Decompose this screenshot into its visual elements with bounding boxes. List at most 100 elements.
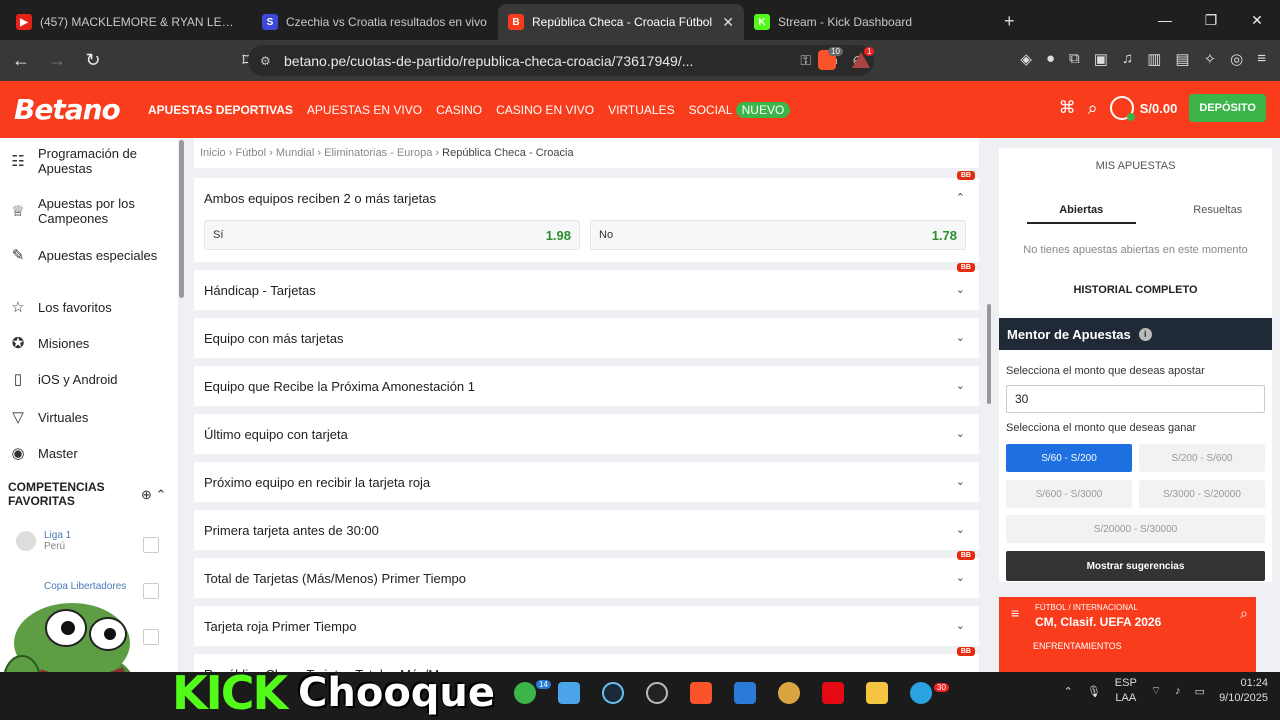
favorite-checkbox[interactable] (143, 537, 159, 553)
main-scrollbar[interactable] (987, 304, 991, 404)
chevron-down-icon[interactable]: ⌄ (956, 523, 965, 536)
market-card[interactable]: Ambos equipos reciben 2 o más tarjetas ⌃ B… (194, 171, 979, 262)
chevron-down-icon[interactable]: ⌄ (956, 331, 965, 344)
back-icon[interactable]: ← (6, 50, 36, 71)
chevron-down-icon[interactable]: ⌄ (956, 379, 965, 392)
music-icon[interactable]: ♫ (1122, 50, 1133, 68)
sidebar-item[interactable]: ▽ Virtuales (0, 408, 170, 426)
brave-icon[interactable] (690, 682, 712, 704)
market-card[interactable]: Total de Tarjetas (Más/Menos) Primer Tie… (194, 551, 979, 598)
site-info-icon[interactable]: ⚙ (260, 54, 271, 68)
stake-input[interactable]: 30 (1006, 385, 1265, 413)
favorite-checkbox[interactable] (143, 629, 159, 645)
range-option[interactable]: S/20000 - S/30000 (1006, 515, 1265, 543)
nav-virtual[interactable]: VIRTUALES (608, 103, 674, 117)
minimize-icon[interactable]: — (1142, 12, 1188, 28)
odds-button[interactable]: No 1.78 (590, 220, 966, 250)
browser-tab[interactable]: S Czechia vs Croatia resultados en vivo (252, 4, 498, 40)
wallet-icon[interactable]: ▤ (1175, 50, 1189, 68)
chevron-down-icon[interactable]: ⌄ (956, 619, 965, 632)
close-tab-icon[interactable]: ✕ (722, 14, 734, 31)
search-icon[interactable]: ⌕ (1240, 605, 1248, 622)
key-icon[interactable]: ⚿ (800, 52, 811, 69)
tab-open[interactable]: Abiertas (1027, 204, 1136, 224)
sidebar-item[interactable]: ☷ Programación de Apuestas (0, 146, 170, 176)
info-icon[interactable]: i (1138, 327, 1152, 341)
maximize-icon[interactable]: ❐ (1188, 12, 1234, 29)
search-icon[interactable]: ⌕ (1088, 98, 1098, 119)
menu-icon[interactable]: ≡ (1257, 50, 1266, 68)
market-card[interactable]: Tarjeta roja Primer Tiempo ⌄ (194, 606, 979, 646)
reload-icon[interactable]: ↻ (78, 50, 108, 71)
crumb[interactable]: Mundial (276, 147, 315, 159)
notepad-icon[interactable] (558, 682, 580, 704)
wifi-icon[interactable]: ⌔ (1151, 684, 1161, 698)
live-match-widget[interactable]: ≡ FÚTBOL / INTERNACIONAL CM, Clasif. UEF… (999, 597, 1256, 672)
favorite-checkbox[interactable] (143, 583, 159, 599)
nav-live-casino[interactable]: CASINO EN VIVO (496, 103, 594, 117)
add-expand-icon[interactable]: ⊕ ⌃ (141, 487, 166, 503)
puzzle-icon[interactable]: ⧉ (1069, 50, 1080, 68)
telegram-icon[interactable] (910, 682, 932, 704)
media-icon[interactable]: ▣ (1094, 50, 1108, 68)
market-card[interactable]: Próximo equipo en recibir la tarjeta roj… (194, 462, 979, 502)
mic-icon[interactable]: 🎙 (1087, 685, 1101, 698)
vpn-icon[interactable]: ◎ (1230, 50, 1243, 68)
crumb[interactable]: Eliminatorias - Europa (324, 147, 432, 159)
history-link[interactable]: HISTORIAL COMPLETO (999, 284, 1272, 296)
browser-tab[interactable]: K Stream - Kick Dashboard (744, 4, 990, 40)
browser-tab[interactable]: ▶ (457) MACKLEMORE & RYAN LEWIS (6, 4, 252, 40)
chevron-up-icon[interactable]: ⌃ (1064, 685, 1073, 698)
volume-icon[interactable]: ♪ (1175, 685, 1181, 697)
range-option[interactable]: S/60 - S/200 (1006, 444, 1132, 472)
market-card[interactable]: Equipo con más tarjetas ⌄ (194, 318, 979, 358)
address-bar[interactable]: ⚙ betano.pe/cuotas-de-partido/republica-… (248, 45, 874, 76)
tab-settled[interactable]: Resueltas (1164, 204, 1273, 224)
chevron-down-icon[interactable]: ⌄ (956, 571, 965, 584)
sidebar-item[interactable]: ✎ Apuestas especiales (0, 246, 170, 264)
check-app-icon[interactable] (514, 682, 536, 704)
market-card[interactable]: Último equipo con tarjeta ⌄ (194, 414, 979, 454)
folder-icon[interactable] (866, 682, 888, 704)
live-tab[interactable]: ENFRENTAMIENTOS (1033, 641, 1122, 651)
browser-tab[interactable]: B República Checa - Croacia Fútbol ✕ (498, 4, 744, 40)
sidebar-item[interactable]: ◉ Master (0, 444, 170, 462)
sidebar-scrollbar[interactable] (179, 140, 184, 298)
sidebar-item[interactable]: ☆ Los favoritos (0, 298, 170, 316)
forward-icon[interactable]: → (42, 50, 72, 71)
range-option[interactable]: S/600 - S/3000 (1006, 480, 1132, 508)
market-card[interactable]: Primera tarjeta antes de 30:00 ⌄ (194, 510, 979, 550)
suggest-button[interactable]: Mostrar sugerencias (1006, 551, 1265, 581)
gift-icon[interactable]: ⌘ (1059, 98, 1076, 118)
extension-icon[interactable]: ● (1046, 50, 1055, 68)
league-item[interactable]: Liga 1 Perú (16, 530, 71, 552)
market-card[interactable]: Hándicap - Tarjetas ⌄ BB (194, 263, 979, 310)
chevron-up-icon[interactable]: ⌃ (956, 191, 965, 204)
sidebar-icon[interactable]: ▥ (1147, 50, 1161, 68)
site-logo[interactable]: Betano (14, 93, 134, 126)
sidebar-item[interactable]: ▯ iOS y Android (0, 370, 170, 388)
clock[interactable]: 01:24 9/10/2025 (1219, 676, 1268, 706)
app-icon[interactable] (778, 682, 800, 704)
steam-icon[interactable] (602, 682, 624, 704)
chevron-down-icon[interactable]: ⌄ (956, 283, 965, 296)
nav-sports[interactable]: APUESTAS DEPORTIVAS (148, 103, 293, 117)
user-icon[interactable] (1109, 96, 1135, 121)
nav-social[interactable]: SOCIAL NUEVO (689, 101, 791, 118)
nav-live[interactable]: APUESTAS EN VIVO (307, 103, 422, 117)
sidebar-item[interactable]: ♕ Apuestas por los Campeones (0, 196, 170, 226)
market-card[interactable]: Equipo que Recibe la Próxima Amonestació… (194, 366, 979, 406)
new-tab-button[interactable]: + (1004, 11, 1015, 32)
crumb[interactable]: Fútbol (235, 147, 266, 159)
menu-icon[interactable]: ≡ (1011, 605, 1019, 621)
chevron-down-icon[interactable]: ⌄ (956, 475, 965, 488)
close-window-icon[interactable]: ✕ (1234, 12, 1280, 29)
vscode-icon[interactable] (734, 682, 756, 704)
crumb[interactable]: Inicio (200, 147, 226, 159)
language-indicator[interactable]: ESP LAA (1115, 676, 1137, 706)
range-option[interactable]: S/200 - S/600 (1139, 444, 1265, 472)
battery-icon[interactable]: ▭ (1195, 685, 1205, 698)
odds-button[interactable]: Sí 1.98 (204, 220, 580, 250)
ai-icon[interactable]: ✧ (1204, 50, 1217, 68)
netflix-icon[interactable] (822, 682, 844, 704)
